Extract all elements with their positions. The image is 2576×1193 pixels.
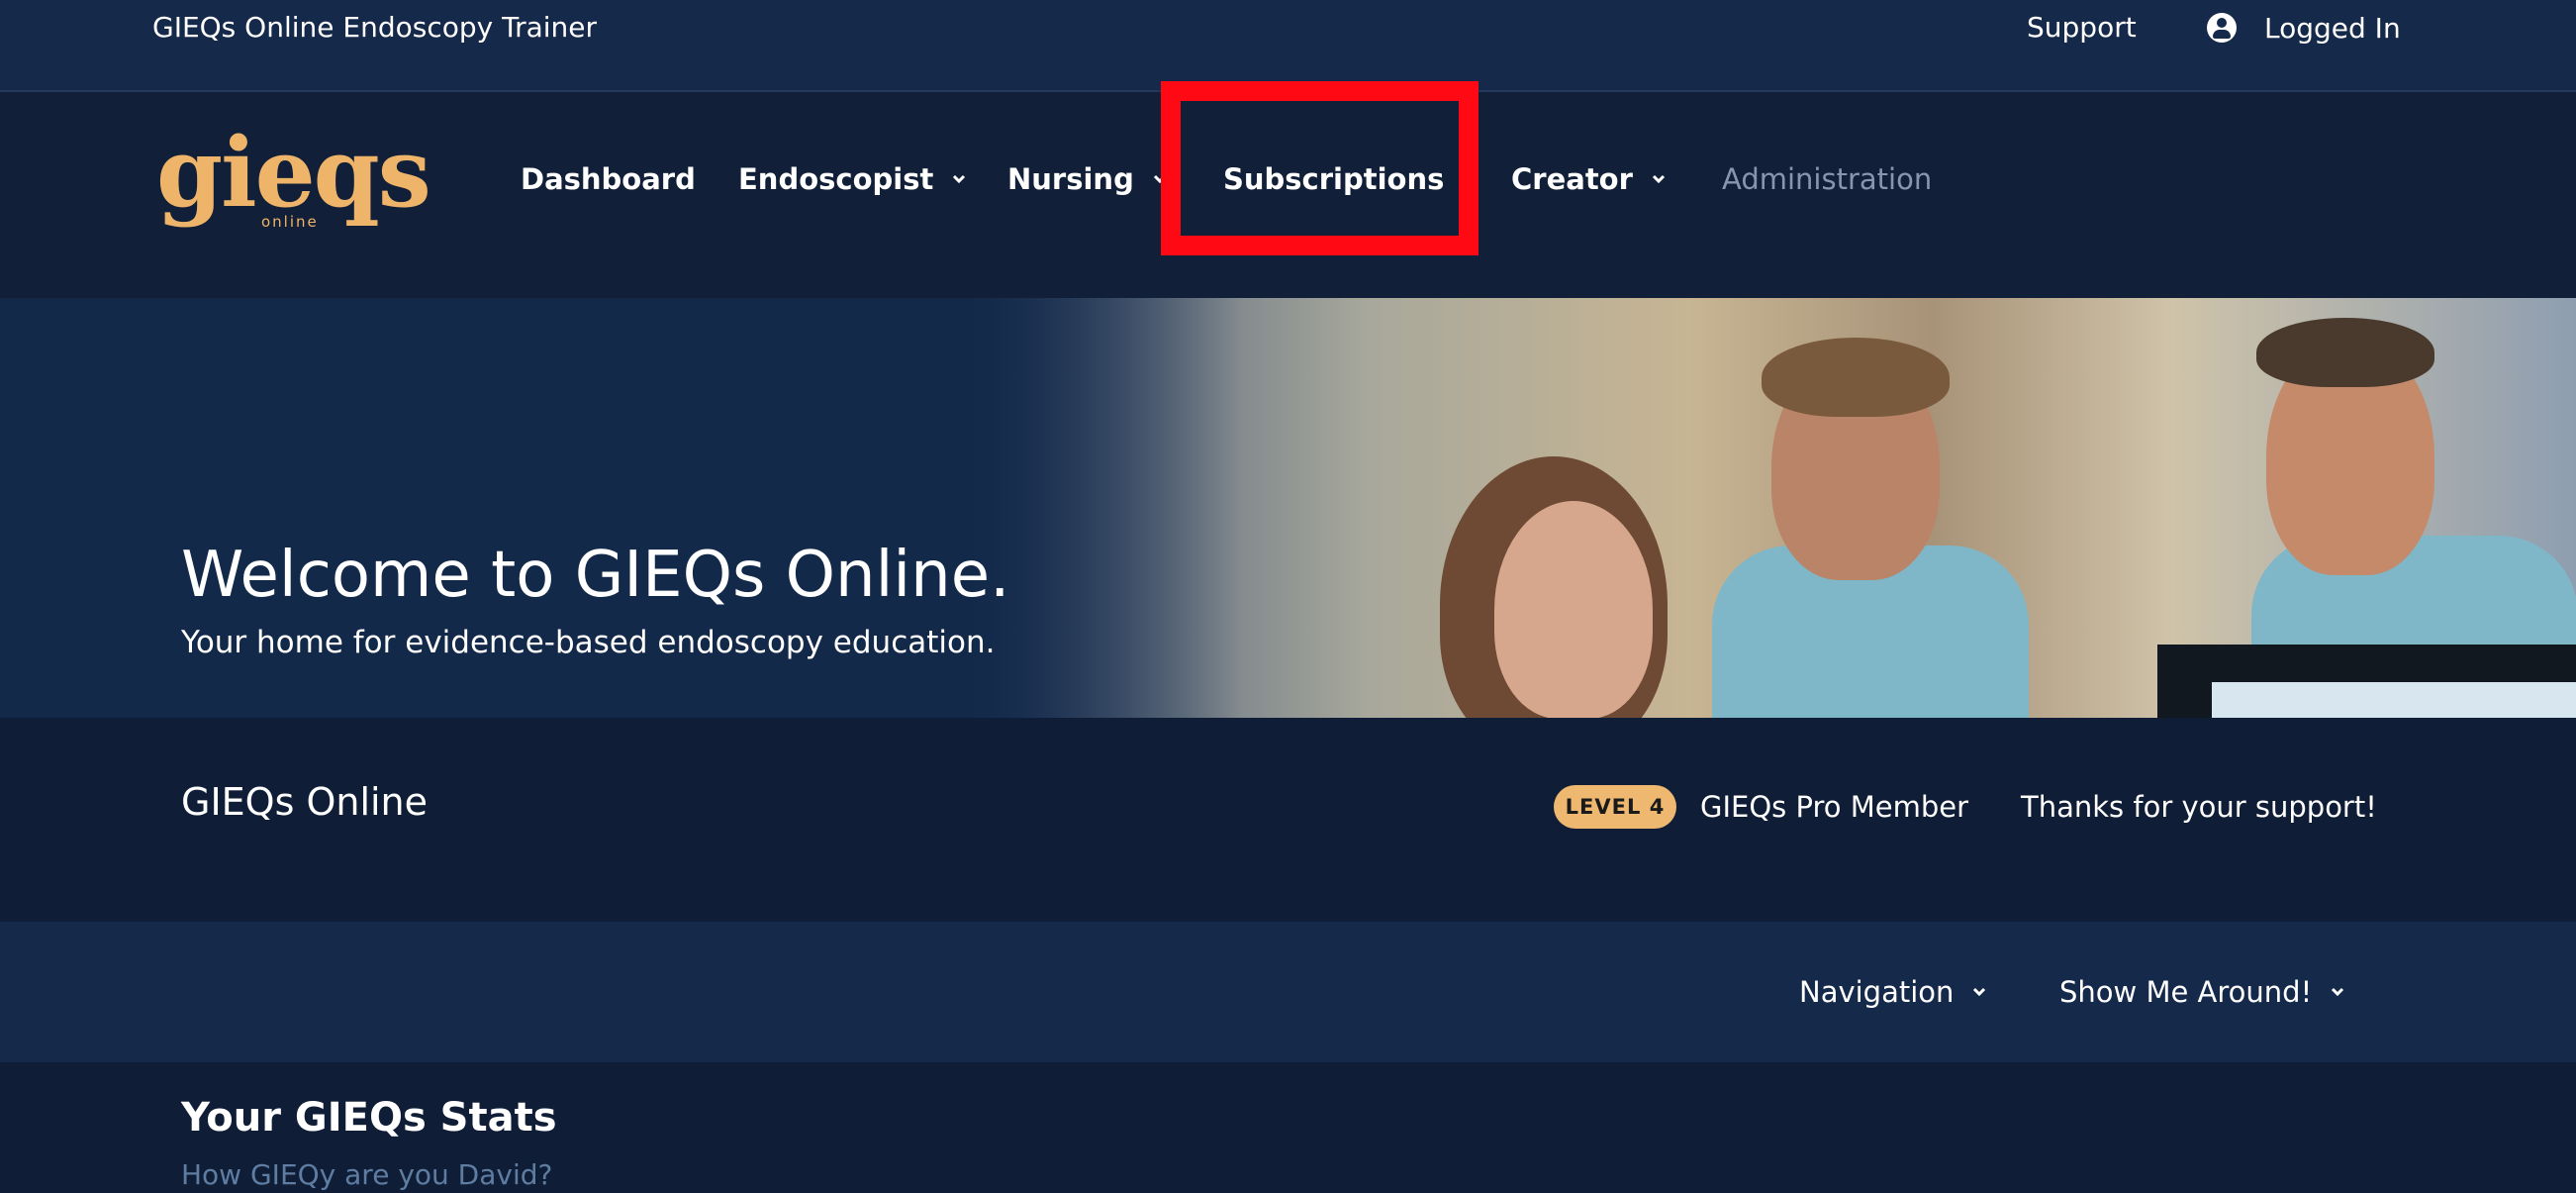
person-figure [1762, 338, 1950, 417]
nav-label: Dashboard [521, 162, 696, 196]
membership-label: GIEQs Pro Member [1700, 790, 1969, 824]
dropdown-label: Show Me Around! [2059, 975, 2313, 1009]
person-figure [2256, 318, 2434, 387]
hero-banner: Welcome to GIEQs Online. Your home for e… [0, 298, 2576, 718]
hero-fade [965, 298, 1242, 718]
nav-label: Administration [1722, 162, 1933, 196]
tour-dropdown[interactable]: Show Me Around! [2059, 971, 2345, 1013]
nav-subscriptions[interactable]: Subscriptions [1223, 157, 1478, 201]
user-status: Logged In [2264, 11, 2401, 45]
thanks-message: Thanks for your support! [2021, 790, 2377, 824]
top-bar: GIEQs Online Endoscopy Trainer Support L… [0, 0, 2576, 92]
main-nav: gieqs online Dashboard Endoscopist Nursi… [0, 92, 2576, 298]
hero-photo [965, 298, 2576, 718]
nav-label: Endoscopist [738, 162, 934, 196]
logo-subtitle: online [261, 213, 319, 231]
stats-title: Your GIEQs Stats [181, 1095, 557, 1141]
site-title: GIEQs Online Endoscopy Trainer [152, 11, 598, 44]
hero-subtitle: Your home for evidence-based endoscopy e… [181, 625, 996, 660]
chevron-down-icon [1153, 174, 1166, 184]
chevron-down-icon [953, 174, 966, 184]
nav-label: Nursing [1007, 162, 1134, 196]
user-circle-icon [2207, 13, 2237, 43]
stats-section: Your GIEQs Stats How GIEQy are you David… [0, 1062, 2576, 1191]
nav-endoscopist[interactable]: Endoscopist [738, 157, 967, 201]
user-menu[interactable]: Logged In [2207, 10, 2401, 46]
navigation-dropdown[interactable]: Navigation [1799, 971, 1987, 1013]
support-link[interactable]: Support [2027, 10, 2137, 46]
nav-label: Subscriptions [1223, 162, 1445, 196]
nav-dashboard[interactable]: Dashboard [521, 157, 696, 201]
dropdown-label: Navigation [1799, 975, 1955, 1009]
nav-label: Creator [1511, 162, 1633, 196]
chevron-down-icon [2332, 987, 2344, 997]
gieqs-logo[interactable]: gieqs online [156, 126, 431, 237]
nav-creator[interactable]: Creator [1511, 157, 1667, 201]
chevron-down-icon [1464, 174, 1477, 184]
monitor-screen [2212, 682, 2576, 718]
chevron-down-icon [1973, 987, 1986, 997]
section-title: GIEQs Online [181, 780, 429, 824]
secondary-nav: Navigation Show Me Around! [0, 922, 2576, 1062]
membership-band: GIEQs Online LEVEL 4 GIEQs Pro Member Th… [0, 718, 2576, 922]
logo-wordmark: gieqs [156, 117, 431, 229]
nav-administration[interactable]: Administration [1722, 157, 1932, 201]
hero-title: Welcome to GIEQs Online. [181, 539, 1010, 612]
nav-nursing[interactable]: Nursing [1007, 157, 1168, 201]
level-badge: LEVEL 4 [1554, 785, 1676, 829]
person-figure [1494, 501, 1653, 718]
chevron-down-icon [1652, 174, 1665, 184]
